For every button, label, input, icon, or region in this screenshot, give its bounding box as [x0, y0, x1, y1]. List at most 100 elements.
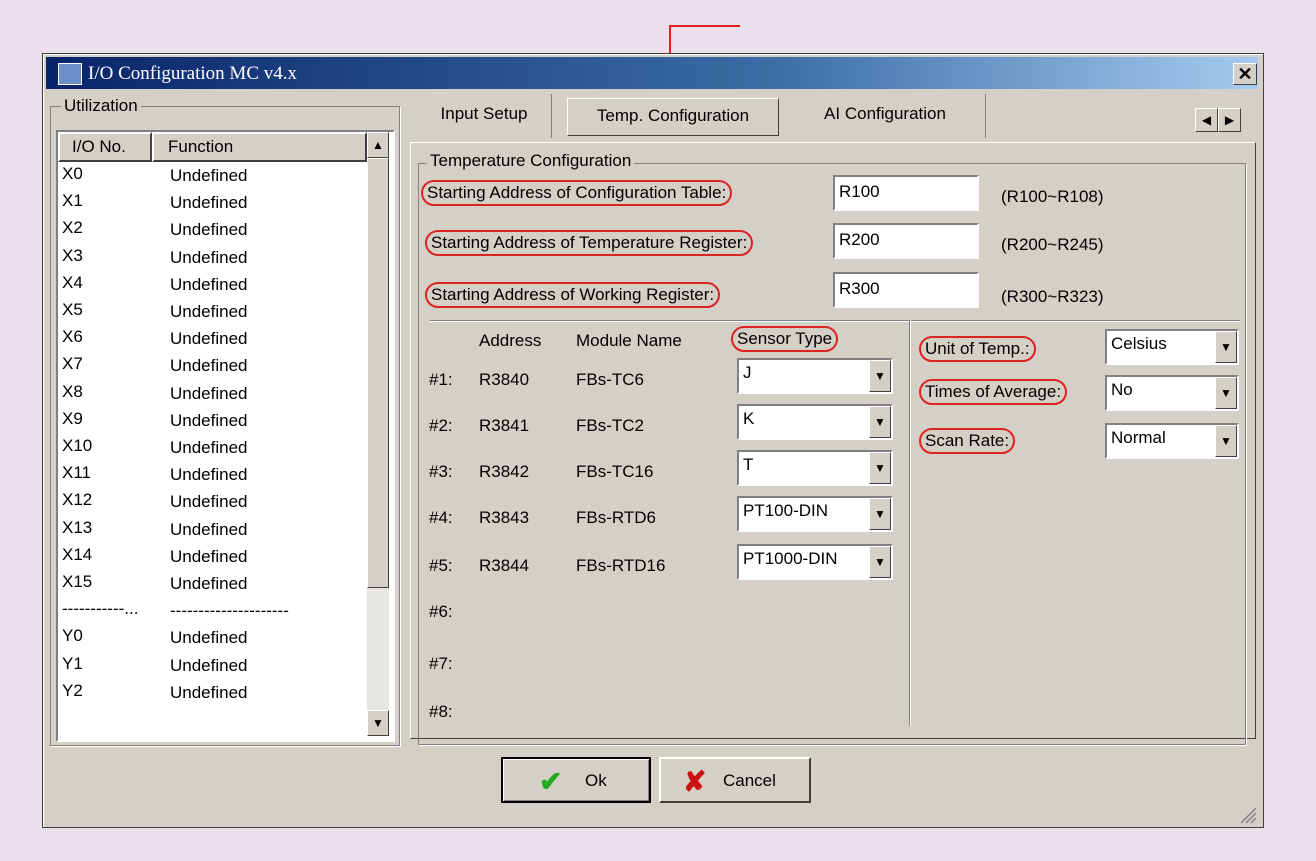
- sensor-type-select[interactable]: PT100-DIN ▼: [737, 496, 893, 532]
- list-item-function[interactable]: Undefined: [170, 193, 248, 213]
- chevron-down-icon[interactable]: ▼: [869, 546, 891, 578]
- module-slot-number: #5:: [429, 556, 453, 575]
- list-item-io-no[interactable]: -----------...: [62, 599, 138, 619]
- list-item-io-no[interactable]: X11: [62, 463, 91, 483]
- list-item-function[interactable]: Undefined: [170, 574, 248, 594]
- column-header-io-no[interactable]: I/O No.: [58, 132, 152, 162]
- scan-rate-select[interactable]: Normal ▼: [1105, 423, 1239, 459]
- title-bar[interactable]: I/O Configuration MC v4.x ✕: [46, 57, 1258, 89]
- tab-scroll-left-button[interactable]: ◀: [1195, 108, 1218, 132]
- chevron-down-icon[interactable]: ▼: [869, 360, 891, 392]
- cancel-button[interactable]: ✘ Cancel: [659, 757, 811, 803]
- sensor-type-value: J: [743, 363, 752, 382]
- list-item-io-no[interactable]: X1: [62, 191, 83, 211]
- sensor-type-select[interactable]: J ▼: [737, 358, 893, 394]
- scroll-down-button[interactable]: ▼: [367, 710, 389, 736]
- chevron-down-icon[interactable]: ▼: [1215, 377, 1237, 409]
- list-item-function[interactable]: Undefined: [170, 492, 248, 512]
- cancel-button-label: Cancel: [723, 771, 776, 790]
- list-item-io-no[interactable]: Y2: [62, 681, 83, 701]
- list-item-function[interactable]: Undefined: [170, 248, 248, 268]
- list-item-io-no[interactable]: X3: [62, 246, 83, 266]
- list-item-function[interactable]: Undefined: [170, 438, 248, 458]
- list-item-function[interactable]: Undefined: [170, 465, 248, 485]
- temperature-register-address-range: (R200~R245): [1001, 235, 1104, 254]
- module-name: FBs-RTD16: [576, 556, 666, 575]
- config-table-address-input[interactable]: R100: [833, 175, 979, 211]
- tab-scroll-right-button[interactable]: ▶: [1218, 108, 1241, 132]
- list-item-io-no[interactable]: X9: [62, 409, 83, 429]
- times-of-average-select[interactable]: No ▼: [1105, 375, 1239, 411]
- utilization-label: Utilization: [61, 96, 141, 116]
- scroll-thumb[interactable]: [367, 158, 389, 588]
- chevron-down-icon[interactable]: ▼: [1215, 331, 1237, 363]
- list-item-io-no[interactable]: X5: [62, 300, 83, 320]
- sensor-type-select[interactable]: K ▼: [737, 404, 893, 440]
- list-item-io-no[interactable]: X2: [62, 218, 83, 238]
- list-item-io-no[interactable]: X10: [62, 436, 92, 456]
- column-header-function[interactable]: Function: [152, 132, 367, 162]
- module-address: R3843: [479, 508, 530, 527]
- list-item-function[interactable]: Undefined: [170, 220, 248, 240]
- module-name: FBs-TC16: [576, 462, 654, 481]
- list-item-io-no[interactable]: X12: [62, 490, 92, 510]
- utilization-list[interactable]: I/O No. Function X0 Undefined X1 Undefined X…: [56, 130, 395, 742]
- list-item-io-no[interactable]: X6: [62, 327, 83, 347]
- unit-of-temp-select[interactable]: Celsius ▼: [1105, 329, 1239, 365]
- list-item-function[interactable]: Undefined: [170, 384, 248, 404]
- list-item-io-no[interactable]: X15: [62, 572, 92, 592]
- close-button[interactable]: ✕: [1233, 63, 1257, 85]
- resize-grip-icon[interactable]: [1239, 806, 1257, 824]
- config-table-address-range: (R100~R108): [1001, 187, 1104, 206]
- chevron-down-icon[interactable]: ▼: [869, 452, 891, 484]
- module-name: FBs-RTD6: [576, 508, 656, 527]
- list-item-function[interactable]: Undefined: [170, 411, 248, 431]
- list-item-function[interactable]: ---------------------: [170, 601, 289, 621]
- divider: [430, 320, 1240, 321]
- list-item-io-no[interactable]: Y0: [62, 626, 83, 646]
- list-item-function[interactable]: Undefined: [170, 275, 248, 295]
- list-item-function[interactable]: Undefined: [170, 683, 248, 703]
- tab-ai-configuration[interactable]: AI Configuration: [785, 94, 986, 138]
- list-item-io-no[interactable]: X4: [62, 273, 83, 293]
- list-item-io-no[interactable]: X8: [62, 382, 83, 402]
- app-icon: [58, 63, 82, 85]
- working-register-address-input[interactable]: R300: [833, 272, 979, 308]
- module-address: R3842: [479, 462, 530, 481]
- temperature-register-address-input[interactable]: R200: [833, 223, 979, 259]
- tab-input-setup[interactable]: Input Setup: [417, 94, 552, 138]
- list-item-function[interactable]: Undefined: [170, 166, 248, 186]
- ok-button[interactable]: ✔ Ok: [501, 757, 651, 803]
- chevron-down-icon[interactable]: ▼: [869, 498, 891, 530]
- temperature-configuration-label: Temperature Configuration: [427, 151, 635, 171]
- sensor-type-select[interactable]: T ▼: [737, 450, 893, 486]
- window-title: I/O Configuration MC v4.x: [88, 63, 297, 84]
- list-header: I/O No. Function: [58, 132, 367, 162]
- times-of-average-label: Times of Average:: [919, 379, 1068, 405]
- chevron-down-icon[interactable]: ▼: [869, 406, 891, 438]
- list-item-function[interactable]: Undefined: [170, 547, 248, 567]
- list-item-io-no[interactable]: X13: [62, 518, 92, 538]
- list-item-function[interactable]: Undefined: [170, 356, 248, 376]
- module-address: R3844: [479, 556, 530, 575]
- list-item-io-no[interactable]: X0: [62, 164, 83, 184]
- list-item-function[interactable]: Undefined: [170, 628, 248, 648]
- list-item-function[interactable]: Undefined: [170, 656, 248, 676]
- tab-temp-configuration[interactable]: Temp. Configuration: [567, 98, 779, 136]
- sensor-type-value: PT100-DIN: [743, 501, 829, 520]
- scroll-up-button[interactable]: ▲: [367, 132, 389, 158]
- list-item-io-no[interactable]: X14: [62, 545, 92, 565]
- list-item-io-no[interactable]: X7: [62, 354, 83, 374]
- chevron-down-icon[interactable]: ▼: [1215, 425, 1237, 457]
- list-item-function[interactable]: Undefined: [170, 329, 248, 349]
- module-slot-number: #4:: [429, 508, 453, 527]
- list-scrollbar[interactable]: ▲ ▼: [367, 132, 389, 736]
- tab-scroll: ◀ ▶: [1195, 108, 1241, 132]
- list-item-function[interactable]: Undefined: [170, 302, 248, 322]
- module-slot-number: #6:: [429, 602, 453, 621]
- list-item-function[interactable]: Undefined: [170, 520, 248, 540]
- working-register-address-label: Starting Address of Working Register:: [425, 282, 721, 308]
- sensor-type-select[interactable]: PT1000-DIN ▼: [737, 544, 893, 580]
- list-item-io-no[interactable]: Y1: [62, 654, 83, 674]
- working-register-address-range: (R300~R323): [1001, 287, 1104, 306]
